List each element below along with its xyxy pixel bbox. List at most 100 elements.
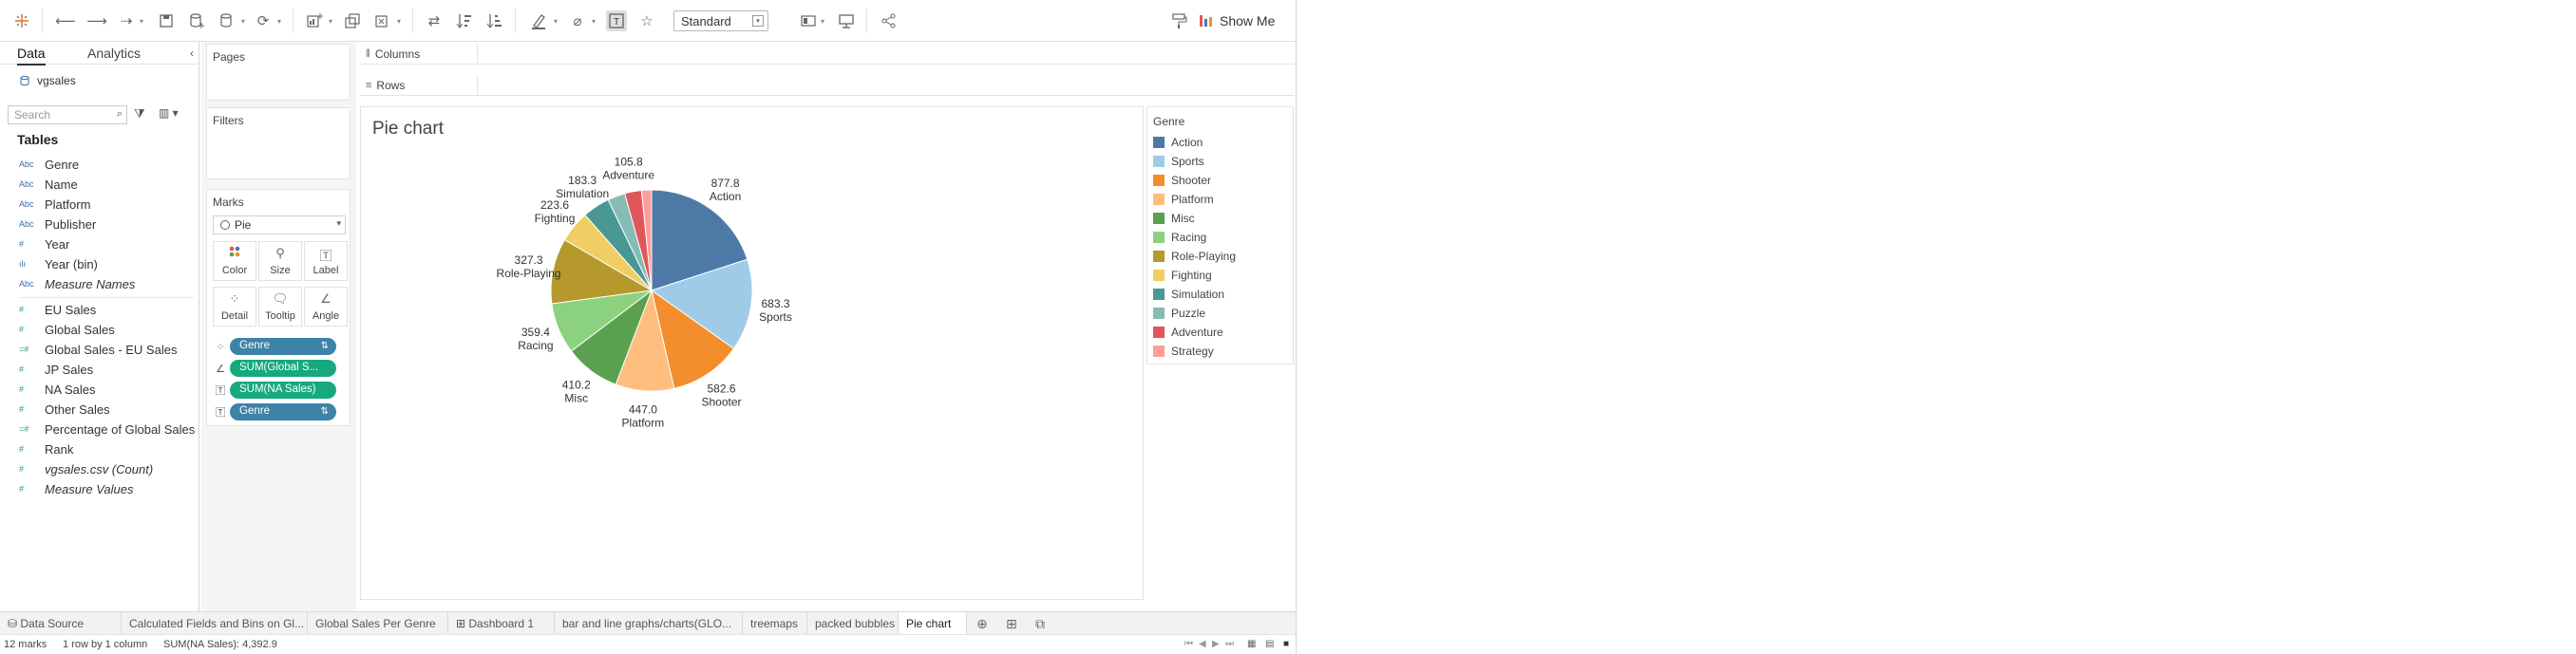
field-item[interactable]: Abc Genre — [19, 156, 79, 173]
legend-item[interactable]: Simulation — [1153, 287, 1224, 302]
pause-updates-icon[interactable] — [217, 10, 237, 31]
tableau-logo-icon[interactable] — [11, 10, 32, 31]
new-datasource-icon[interactable] — [186, 10, 207, 31]
rows-shelf[interactable]: ≡ Rows — [360, 75, 1295, 96]
sheet-tab[interactable]: Calculated Fields and Bins on Gl... — [122, 612, 308, 635]
first-page-icon[interactable]: ⏮ — [1184, 639, 1193, 649]
last-page-icon[interactable]: ⏭ — [1225, 639, 1234, 649]
field-item[interactable]: # Rank — [19, 440, 73, 458]
field-item[interactable]: Abc Measure Names — [19, 275, 135, 292]
sheet-tab[interactable]: packed bubbles — [807, 612, 899, 635]
field-pill[interactable]: Genre ⇅ — [230, 338, 336, 355]
legend-item[interactable]: Role-Playing — [1153, 249, 1236, 264]
field-item[interactable]: =# Percentage of Global Sales — [19, 420, 195, 438]
size-button[interactable]: ⚲ Size — [258, 241, 302, 281]
show-mark-labels-icon[interactable]: T — [606, 10, 627, 31]
detail-button[interactable]: ⁘ Detail — [213, 287, 256, 327]
redo-icon[interactable]: ⟶ — [86, 10, 107, 31]
pie-chart[interactable]: 877.8Action 683.3Sports 582.6Shooter 447.0P… — [361, 107, 1145, 601]
field-item[interactable]: # Year — [19, 235, 69, 252]
clear-caret-icon[interactable]: ▾ — [397, 17, 405, 26]
pages-card[interactable]: Pages — [206, 44, 350, 101]
group-members-icon[interactable]: ⌀ — [567, 10, 588, 31]
field-item[interactable]: Abc Publisher — [19, 215, 96, 233]
tab-data[interactable]: Data — [17, 46, 46, 65]
field-pill[interactable]: SUM(Global S... — [230, 360, 336, 377]
sheet-tab[interactable]: Global Sales Per Genre — [308, 612, 448, 635]
legend-item[interactable]: Strategy — [1153, 344, 1214, 359]
color-button[interactable]: Color — [213, 241, 256, 281]
new-story-tab-icon[interactable]: ⧉ — [1035, 616, 1045, 632]
sheet-tab[interactable]: ⛁ Data Source — [0, 612, 122, 635]
sheet-tab[interactable]: bar and line graphs/charts(GLO... — [555, 612, 743, 635]
fit-select[interactable]: Standard ▾ — [673, 10, 768, 31]
new-worksheet-icon[interactable] — [304, 10, 325, 31]
field-pill[interactable]: SUM(NA Sales) — [230, 382, 336, 399]
save-icon[interactable] — [156, 10, 177, 31]
field-item[interactable]: ılı Year (bin) — [19, 255, 98, 272]
next-page-icon[interactable]: ▶ — [1212, 639, 1220, 649]
field-item[interactable]: # NA Sales — [19, 381, 95, 398]
replay-icon[interactable]: ⇢ — [116, 10, 137, 31]
swap-rows-columns-icon[interactable]: ⇄ — [424, 10, 445, 31]
legend-item[interactable]: Misc — [1153, 211, 1195, 226]
new-worksheet-tab-icon[interactable]: ⊕ — [976, 616, 988, 632]
new-dashboard-tab-icon[interactable]: ⊞ — [1006, 616, 1017, 632]
field-item[interactable]: # vgsales.csv (Count) — [19, 460, 153, 477]
pin-axes-icon[interactable]: ☆ — [636, 10, 657, 31]
field-item[interactable]: # Global Sales — [19, 321, 115, 338]
show-me-button[interactable]: Show Me — [1199, 10, 1275, 31]
show-cards-icon[interactable] — [798, 10, 819, 31]
legend-item[interactable]: Adventure — [1153, 325, 1223, 340]
group-caret-icon[interactable]: ▾ — [592, 17, 599, 26]
clear-sheet-icon[interactable] — [372, 10, 393, 31]
view-options-icon[interactable]: ▥ ▾ — [159, 106, 179, 120]
columns-shelf[interactable]: ⦀ Columns — [360, 44, 1295, 65]
sheet-tab[interactable]: treemaps — [743, 612, 807, 635]
pause-caret-icon[interactable]: ▾ — [241, 17, 249, 26]
search-input[interactable]: Search ⌕ — [8, 105, 127, 124]
field-pill[interactable]: Genre ⇅ — [230, 403, 336, 420]
duplicate-sheet-icon[interactable] — [342, 10, 363, 31]
filmstrip-icon[interactable]: ▤ — [1265, 639, 1274, 649]
prev-page-icon[interactable]: ◀ — [1199, 639, 1206, 649]
legend-item[interactable]: Puzzle — [1153, 306, 1205, 321]
new-worksheet-caret-icon[interactable]: ▾ — [329, 17, 336, 26]
field-item[interactable]: # EU Sales — [19, 301, 96, 318]
collapse-pane-icon[interactable]: ‹ — [190, 47, 194, 60]
worksheet-view[interactable]: Pie chart 877.8 Action 683.3 Sports 582.6 Sho… — [360, 106, 1144, 600]
share-icon[interactable] — [879, 10, 900, 31]
show-cards-caret-icon[interactable]: ▾ — [821, 17, 828, 26]
tooltip-button[interactable]: 🗨 Tooltip — [258, 287, 302, 327]
refresh-caret-icon[interactable]: ▾ — [277, 17, 285, 26]
legend-item[interactable]: Action — [1153, 135, 1203, 150]
datasource-item[interactable]: vgsales — [19, 74, 76, 87]
tabs-view-icon[interactable]: ■ — [1283, 639, 1289, 649]
field-item[interactable]: =# Global Sales - EU Sales — [19, 341, 177, 358]
mark-type-select[interactable]: Pie ▾ — [213, 215, 346, 234]
sheet-tab[interactable]: ⊞ Dashboard 1 — [448, 612, 555, 635]
angle-button[interactable]: ∠ Angle — [304, 287, 348, 327]
highlight-caret-icon[interactable]: ▾ — [554, 17, 561, 26]
filters-card[interactable]: Filters — [206, 107, 350, 179]
sheet-sorter-icon[interactable]: ▦ — [1247, 639, 1256, 649]
refresh-icon[interactable]: ⟳ — [253, 10, 274, 31]
legend-item[interactable]: Racing — [1153, 230, 1206, 245]
highlight-icon[interactable] — [528, 10, 549, 31]
undo-icon[interactable]: ⟵ — [55, 10, 76, 31]
field-item[interactable]: # Measure Values — [19, 480, 133, 497]
replay-caret-icon[interactable]: ▾ — [140, 17, 147, 26]
presentation-mode-icon[interactable] — [836, 10, 857, 31]
sort-descending-icon[interactable] — [484, 10, 505, 31]
tab-analytics[interactable]: Analytics — [87, 46, 141, 61]
field-item[interactable]: Abc Name — [19, 176, 78, 193]
sheet-tab[interactable]: Pie chart — [899, 612, 967, 635]
sort-ascending-icon[interactable] — [454, 10, 475, 31]
label-button[interactable]: 🅃 Label — [304, 241, 348, 281]
legend-item[interactable]: Fighting — [1153, 268, 1212, 283]
field-item[interactable]: # Other Sales — [19, 401, 110, 418]
legend-item[interactable]: Sports — [1153, 154, 1204, 169]
legend-item[interactable]: Platform — [1153, 192, 1214, 207]
field-item[interactable]: # JP Sales — [19, 361, 93, 378]
format-painter-icon[interactable] — [1168, 10, 1189, 31]
